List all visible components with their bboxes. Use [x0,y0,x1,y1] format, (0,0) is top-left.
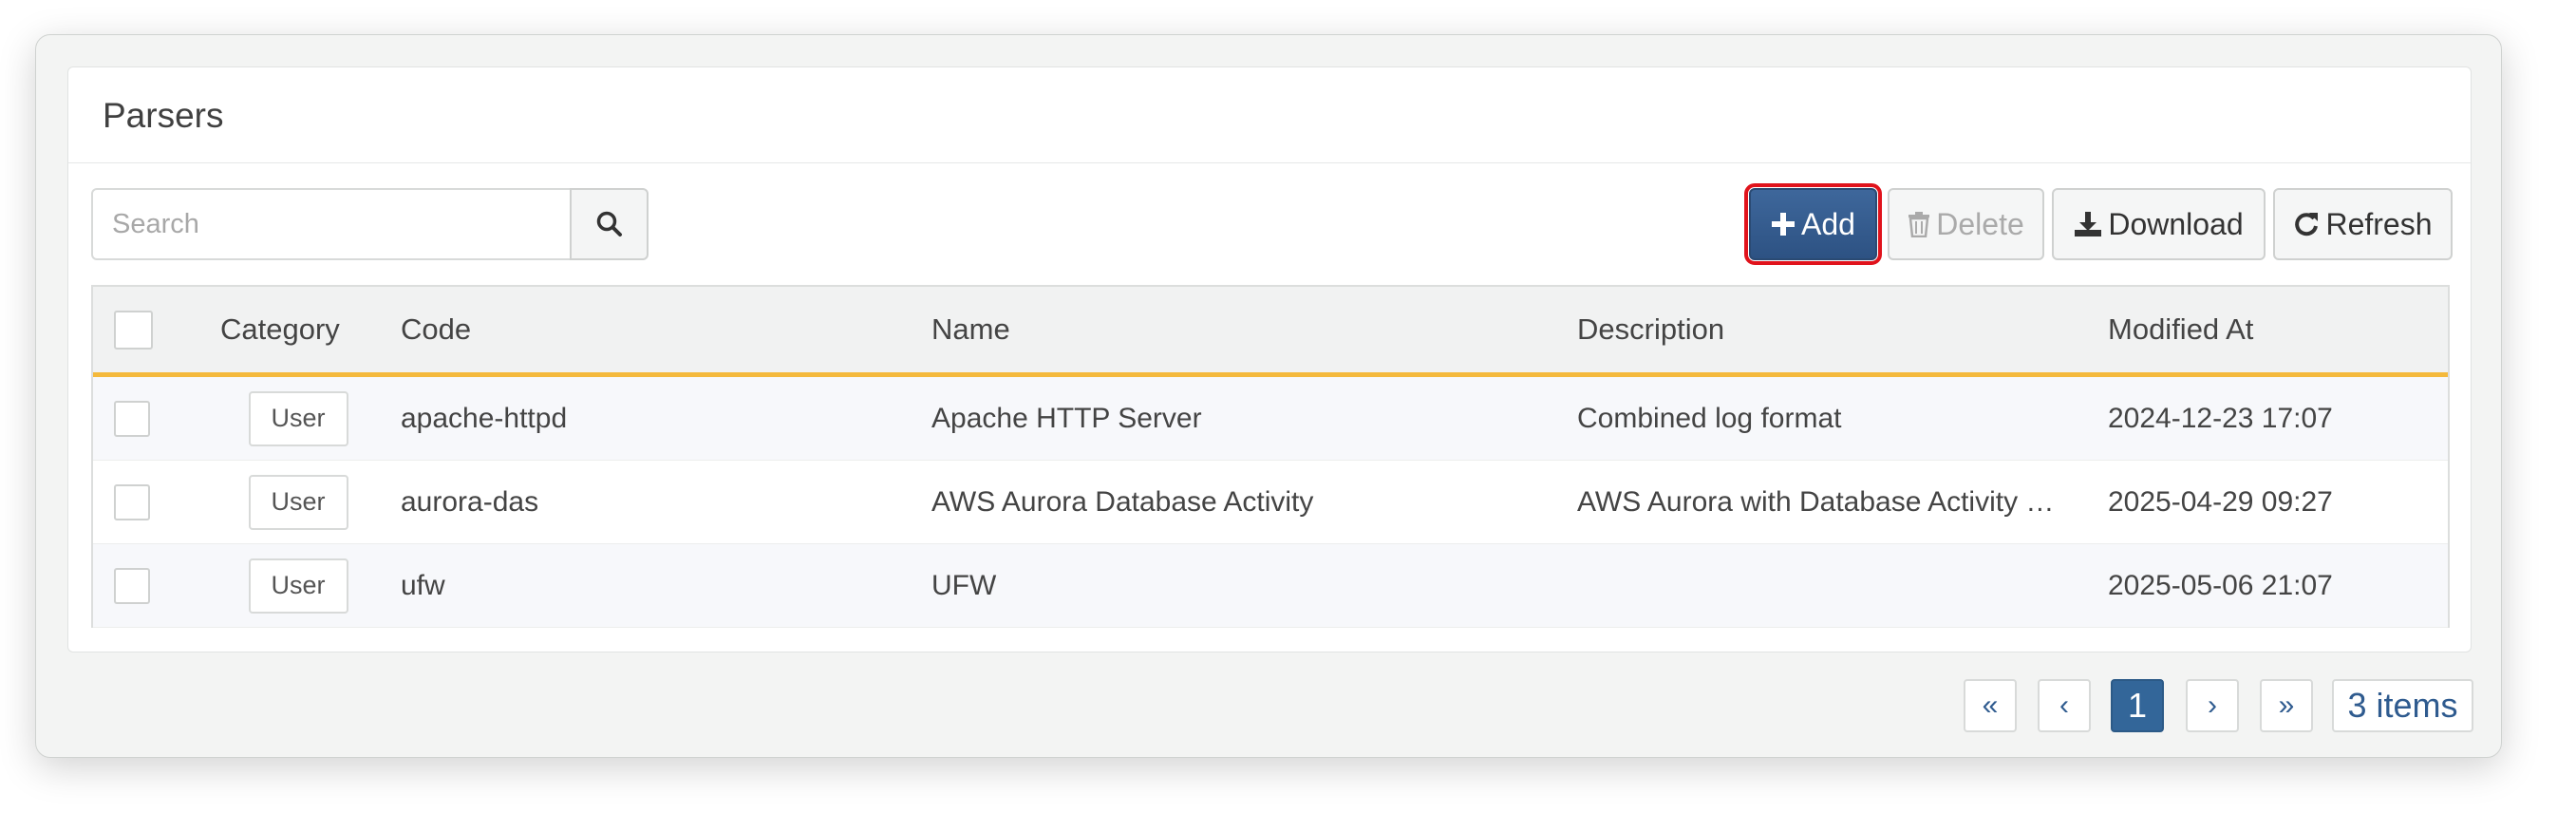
name-cell: Apache HTTP Server [931,402,1202,434]
page-button-current[interactable]: 1 [2111,679,2164,732]
chevron-right-icon: › [2208,690,2217,721]
row-select-cell [114,461,150,543]
description-text: Combined log format [1577,402,1842,434]
row-select-cell [114,544,150,627]
description-cell [1577,544,2071,627]
download-button[interactable]: Download [2052,188,2266,260]
modified-at-cell: 2025-04-29 09:27 [2108,485,2333,518]
category-badge: User [248,474,348,530]
code-cell: apache-httpd [401,402,568,434]
description-text: AWS Aurora with Database Activity Stream… [1577,485,2071,518]
refresh-button[interactable]: Refresh [2273,188,2453,260]
search-input[interactable] [91,188,572,260]
search-icon [596,211,622,236]
description-cell: Combined log format [1577,377,2071,460]
category-cell: User [222,544,374,627]
prev-page-button[interactable]: ‹ [2038,679,2091,732]
chevron-left-icon: ‹ [2059,690,2069,721]
window-frame: Parsers Add [35,34,2502,758]
delete-button-label: Delete [1936,206,2024,241]
column-header-modified-at[interactable]: Modified At [2108,287,2253,372]
table-header: Category Code Name Description Modified … [93,287,2448,377]
category-badge: User [248,558,348,614]
double-chevron-left-icon: « [1982,690,1999,721]
modified-at-cell: 2024-12-23 17:07 [2108,402,2333,434]
download-icon [2075,212,2102,236]
parsers-panel: Parsers Add [67,66,2472,652]
refresh-icon [2295,213,2319,236]
plus-icon [1772,213,1796,236]
items-count: 3 items [2332,679,2473,732]
row-checkbox[interactable] [114,567,150,604]
category-badge: User [248,390,348,446]
name-cell: AWS Aurora Database Activity [931,485,1314,518]
column-header-name[interactable]: Name [931,287,1010,372]
select-all-cell [114,287,153,372]
last-page-button[interactable]: » [2260,679,2313,732]
row-select-cell [114,377,150,460]
add-button[interactable]: Add [1744,183,1882,265]
column-header-code[interactable]: Code [401,287,471,372]
table-row[interactable]: User apache-httpd Apache HTTP Server Com… [93,377,2448,461]
trash-icon [1908,212,1930,237]
parsers-table: Category Code Name Description Modified … [91,285,2450,628]
row-checkbox[interactable] [114,483,150,520]
double-chevron-right-icon: » [2278,690,2295,721]
search-button[interactable] [570,188,649,260]
refresh-button-label: Refresh [2325,206,2433,241]
category-cell: User [222,377,374,460]
code-cell: aurora-das [401,485,539,518]
download-button-label: Download [2108,206,2244,241]
panel-header: Parsers [68,67,2471,163]
code-cell: ufw [401,569,445,601]
delete-button[interactable]: Delete [1888,188,2044,260]
next-page-button[interactable]: › [2186,679,2239,732]
add-button-label: Add [1801,206,1855,241]
table-row[interactable]: User aurora-das AWS Aurora Database Acti… [93,461,2448,544]
column-header-description[interactable]: Description [1577,287,2071,372]
category-cell: User [222,461,374,543]
name-cell: UFW [931,569,997,601]
table-row[interactable]: User ufw UFW 2025-05-06 21:07 [93,544,2448,628]
column-header-category[interactable]: Category [220,287,372,372]
modified-at-cell: 2025-05-06 21:07 [2108,569,2333,601]
first-page-button[interactable]: « [1964,679,2017,732]
row-checkbox[interactable] [114,400,150,437]
description-cell: AWS Aurora with Database Activity Stream… [1577,461,2071,543]
select-all-checkbox[interactable] [114,310,153,350]
page-title: Parsers [103,96,224,135]
